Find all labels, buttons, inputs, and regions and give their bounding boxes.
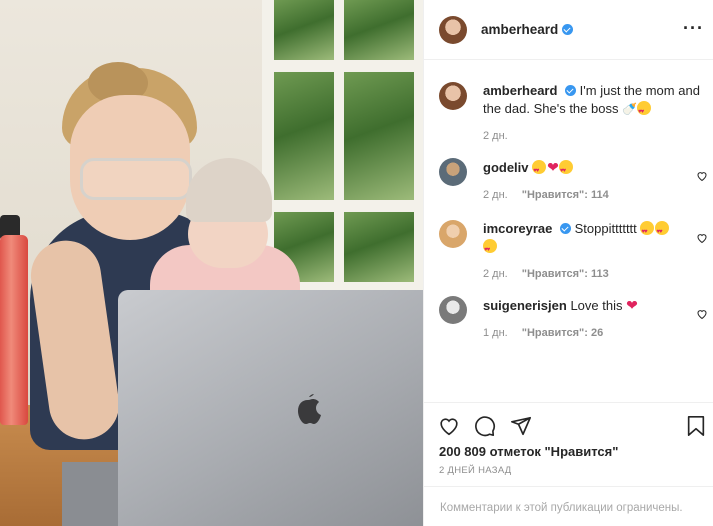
heart-eyes-icon (655, 221, 670, 241)
red-heart-icon: ❤ (547, 159, 559, 175)
comment-item: imcoreyrae Stoppittttttt 2 дн. "Нравится"… (439, 220, 707, 280)
heart-eyes-icon (558, 160, 573, 180)
like-comment-heart-icon[interactable] (696, 170, 708, 182)
caption-username[interactable]: amberheard (483, 83, 557, 98)
likes-count[interactable]: 200 809 отметок "Нравится" (439, 444, 618, 459)
comment-item: godeliv ❤ 2 дн. "Нравится": 114 (439, 158, 707, 201)
post-date[interactable]: 2 ДНЕЙ НАЗАД (439, 465, 512, 476)
caption-time[interactable]: 2 дн. (483, 130, 508, 142)
comment-text: Love this (570, 298, 623, 313)
comment-time[interactable]: 2 дн. (483, 189, 508, 201)
comment-likes[interactable]: "Нравится": 113 (522, 268, 609, 280)
more-options-icon[interactable]: ··· (683, 18, 704, 39)
heart-eyes-icon (483, 239, 497, 259)
save-bookmark-icon[interactable] (686, 415, 706, 437)
caption-avatar[interactable] (439, 82, 467, 110)
photo-glasses (80, 158, 192, 200)
heart-eyes-icon (532, 160, 547, 180)
post-actions (424, 402, 713, 446)
post-caption: amberheard I'm just the mom and the dad.… (439, 82, 704, 142)
photo-window (262, 0, 423, 290)
comment-bubble-icon[interactable] (474, 415, 496, 437)
comment-item: suigenerisjen Love this ❤ 1 дн. "Нравится… (439, 296, 707, 339)
commenter-avatar[interactable] (439, 158, 467, 186)
heart-face-icon (637, 101, 652, 121)
post-sidebar: amberheard ··· amberheard I'm just the m… (423, 0, 713, 526)
verified-badge-icon (562, 24, 574, 35)
like-comment-heart-icon[interactable] (696, 232, 708, 244)
heart-eyes-icon (640, 221, 655, 241)
apple-logo-icon (298, 394, 321, 424)
photo-water-bottle (0, 235, 28, 425)
comment-time[interactable]: 1 дн. (483, 327, 508, 339)
commenter-avatar[interactable] (439, 220, 467, 248)
author-avatar[interactable] (439, 15, 467, 44)
share-paper-plane-icon[interactable] (510, 415, 532, 437)
comment-username[interactable]: suigenerisjen (483, 298, 567, 313)
verified-badge-icon (560, 223, 572, 234)
like-comment-heart-icon[interactable] (696, 308, 708, 320)
verified-badge-icon (565, 85, 577, 96)
comments-restricted-notice: Комментарии к этой публикации ограничены… (424, 486, 713, 526)
like-heart-icon[interactable] (438, 415, 460, 437)
baby-bottle-icon: 🍼 (622, 102, 638, 116)
commenter-avatar[interactable] (439, 296, 467, 324)
comment-username[interactable]: imcoreyrae (483, 221, 552, 236)
comment-username[interactable]: godeliv (483, 160, 529, 175)
author-username[interactable]: amberheard (481, 22, 558, 37)
photo-laptop (118, 290, 423, 526)
comment-likes[interactable]: "Нравится": 114 (522, 189, 609, 201)
comment-likes[interactable]: "Нравится": 26 (522, 327, 603, 339)
comment-text: Stoppittttttt (574, 221, 637, 236)
red-heart-icon: ❤ (626, 297, 638, 313)
comment-time[interactable]: 2 дн. (483, 268, 508, 280)
post-photo[interactable] (0, 0, 423, 526)
post-header: amberheard ··· (424, 0, 713, 60)
